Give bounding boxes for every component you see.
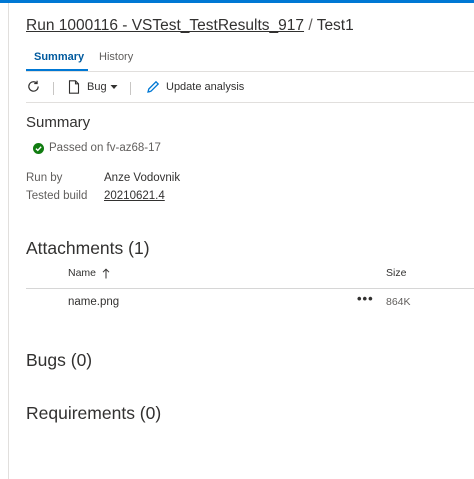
- bug-dropdown-button[interactable]: Bug: [68, 80, 118, 94]
- breadcrumb-current: Test1: [316, 17, 354, 34]
- toolbar-separator: [130, 82, 131, 95]
- refresh-icon: [28, 80, 39, 92]
- refresh-button[interactable]: [26, 79, 41, 94]
- summary-heading: Summary: [26, 114, 91, 131]
- name-column-header[interactable]: Name: [68, 267, 110, 279]
- breadcrumb-run-link[interactable]: Run 1000116 - VSTest_TestResults_917: [26, 17, 304, 34]
- toolbar-separator: [53, 82, 54, 95]
- breadcrumb: Run 1000116 - VSTest_TestResults_917 / T…: [26, 17, 354, 35]
- pencil-icon: [147, 80, 160, 93]
- table-header-divider: [26, 288, 474, 289]
- toolbar-divider: [26, 102, 474, 103]
- attachment-size: 864K: [386, 296, 411, 308]
- breadcrumb-separator: /: [308, 17, 313, 34]
- name-column-label: Name: [68, 267, 97, 279]
- update-analysis-button[interactable]: Update analysis: [146, 80, 244, 94]
- tested-build-label: Tested build: [26, 190, 88, 202]
- run-by-label: Run by: [26, 172, 63, 184]
- attachments-heading: Attachments (1): [26, 238, 150, 258]
- top-accent-bar: [0, 0, 474, 3]
- update-analysis-label: Update analysis: [166, 81, 245, 93]
- tab-history[interactable]: History: [99, 51, 133, 63]
- arrow-up-icon: [102, 267, 110, 278]
- tested-build-link[interactable]: 20210621.4: [104, 190, 165, 202]
- check-circle-icon: [33, 142, 44, 154]
- left-panel-border: [8, 3, 9, 479]
- attachment-name-link[interactable]: name.png: [68, 296, 119, 308]
- bugs-heading: Bugs (0): [26, 350, 93, 370]
- test-status: Passed on fv-az68-17: [33, 142, 161, 154]
- tabs-divider: [26, 71, 474, 72]
- run-by-value: Anze Vodovnik: [104, 172, 181, 184]
- caret-down-icon: [110, 85, 118, 89]
- bug-button-label: Bug: [87, 81, 107, 93]
- requirements-heading: Requirements (0): [26, 403, 162, 423]
- status-text: Passed on fv-az68-17: [49, 142, 161, 154]
- size-column-header[interactable]: Size: [386, 267, 406, 279]
- more-actions-button[interactable]: •••: [357, 291, 374, 306]
- document-icon: [68, 80, 80, 94]
- tab-summary[interactable]: Summary: [34, 51, 84, 63]
